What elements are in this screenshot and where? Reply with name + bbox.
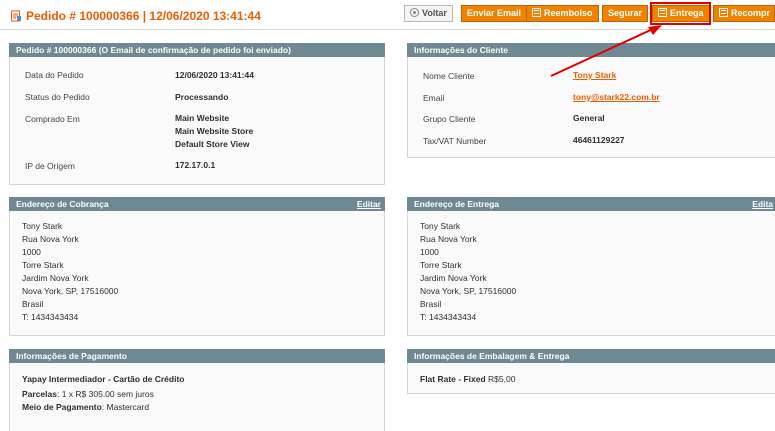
payment-type-value: : Mastercard xyxy=(101,402,150,412)
hold-button-label: Segurar xyxy=(608,8,643,18)
page-title-text: Pedido # 100000366 | 12/06/2020 13:41:44 xyxy=(26,9,261,23)
reorder-button-label: Recompr xyxy=(731,8,771,18)
order-status-label: Status do Pedido xyxy=(25,92,90,102)
send-email-button-label: Enviar Email xyxy=(467,8,522,18)
shipping-edit-link[interactable]: Edita xyxy=(752,197,773,211)
customer-group-label: Grupo Cliente xyxy=(423,114,476,124)
tax-vat-value: 46461129227 xyxy=(573,135,625,145)
reorder-button[interactable]: Recompr xyxy=(713,5,775,22)
billing-line: Tony Stark xyxy=(22,221,63,231)
order-document-icon xyxy=(11,10,21,22)
back-button-label: Voltar xyxy=(422,8,447,18)
order-date-label: Data do Pedido xyxy=(25,70,84,80)
shipping-line: Torre Stark xyxy=(420,260,462,270)
order-status-value: Processando xyxy=(175,92,229,102)
order-box-header: Pedido # 100000366 (O Email de confirmaç… xyxy=(9,43,385,57)
billing-address-header: Endereço de Cobrança Editar xyxy=(9,197,385,211)
shipping-address-box: Tony Stark Rua Nova York 1000 Torre Star… xyxy=(407,211,775,336)
billing-edit-link[interactable]: Editar xyxy=(357,197,381,211)
billing-address-box: Tony Stark Rua Nova York 1000 Torre Star… xyxy=(9,211,385,336)
page-title: Pedido # 100000366 | 12/06/2020 13:41:44 xyxy=(10,9,261,23)
shipping-method-line: Flat Rate - Fixed R$5,00 xyxy=(420,373,775,386)
customer-email-link[interactable]: tony@stark22.com.br xyxy=(573,92,660,102)
shipping-address-title: Endereço de Entrega xyxy=(414,199,500,209)
refund-icon xyxy=(532,8,541,17)
shipping-line: T: 1434343434 xyxy=(420,312,477,322)
shipping-method-header: Informações de Embalagem & Entrega xyxy=(407,349,775,363)
payment-type-label: Meio de Pagamento xyxy=(22,402,102,412)
billing-line: 1000 xyxy=(22,247,41,257)
payment-method-title: Yapay Intermediador - Cartão de Crédito xyxy=(22,374,185,384)
order-box-title: Pedido # 100000366 (O Email de confirmaç… xyxy=(16,45,291,55)
purchased-from-website: Main Website xyxy=(175,113,230,123)
installments-line: Parcelas: 1 x R$ 305.00 sem juros xyxy=(22,388,384,401)
order-date-value: 12/06/2020 13:41:44 xyxy=(175,70,254,80)
back-icon xyxy=(410,8,419,17)
billing-line: T: 1434343434 xyxy=(22,312,79,322)
shipping-method-price: R$5,00 xyxy=(485,374,516,384)
customer-name-label: Nome Cliente xyxy=(423,71,475,81)
refund-button-label: Reembolso xyxy=(544,8,593,18)
reorder-icon xyxy=(719,8,728,17)
shipping-line: Jardim Nova York xyxy=(420,273,487,283)
billing-line: Nova York, SP, 17516000 xyxy=(22,286,119,296)
billing-line: Rua Nova York xyxy=(22,234,79,244)
shipping-line: Rua Nova York xyxy=(420,234,477,244)
purchased-from-view: Default Store View xyxy=(175,139,250,149)
shipping-line: Brasil xyxy=(420,299,442,309)
purchased-from-label: Comprado Em xyxy=(25,114,80,124)
shipping-method-title: Informações de Embalagem & Entrega xyxy=(414,351,570,361)
installments-value: : 1 x R$ 305.00 sem juros xyxy=(56,389,154,399)
ip-value: 172.17.0.1 xyxy=(175,160,216,170)
customer-email-label: Email xyxy=(423,93,445,103)
tax-vat-label: Tax/VAT Number xyxy=(423,136,487,146)
customer-name-link[interactable]: Tony Stark xyxy=(573,70,616,80)
payment-info-box: Yapay Intermediador - Cartão de Crédito … xyxy=(9,363,385,431)
customer-box: Nome Cliente Tony Stark Email tony@stark… xyxy=(407,57,775,158)
send-email-button[interactable]: Enviar Email xyxy=(461,5,528,22)
billing-line: Jardim Nova York xyxy=(22,273,89,283)
shipping-line: Nova York, SP, 17516000 xyxy=(420,286,517,296)
ip-label: IP de Origem xyxy=(25,161,75,171)
payment-type-line: Meio de Pagamento: Mastercard xyxy=(22,401,384,414)
annotation-highlight-box xyxy=(650,2,711,25)
payment-info-title: Informações de Pagamento xyxy=(16,351,128,361)
payment-info-header: Informações de Pagamento xyxy=(9,349,385,363)
customer-box-header: Informações do Cliente xyxy=(407,43,775,57)
shipping-address-header: Endereço de Entrega Edita xyxy=(407,197,775,211)
customer-group-value: General xyxy=(573,113,605,123)
shipping-method-name: Flat Rate - Fixed xyxy=(420,374,486,384)
order-box: Data do Pedido 12/06/2020 13:41:44 Statu… xyxy=(9,57,385,185)
customer-box-title: Informações do Cliente xyxy=(414,45,508,55)
shipping-line: 1000 xyxy=(420,247,439,257)
shipping-line: Tony Stark xyxy=(420,221,461,231)
purchased-from-store: Main Website Store xyxy=(175,126,254,136)
billing-address-title: Endereço de Cobrança xyxy=(16,199,109,209)
back-button[interactable]: Voltar xyxy=(404,5,453,22)
installments-label: Parcelas xyxy=(22,389,57,399)
refund-button[interactable]: Reembolso xyxy=(526,5,599,22)
billing-line: Brasil xyxy=(22,299,44,309)
billing-line: Torre Stark xyxy=(22,260,64,270)
hold-button[interactable]: Segurar xyxy=(602,5,649,22)
shipping-method-box: Flat Rate - Fixed R$5,00 xyxy=(407,363,775,394)
